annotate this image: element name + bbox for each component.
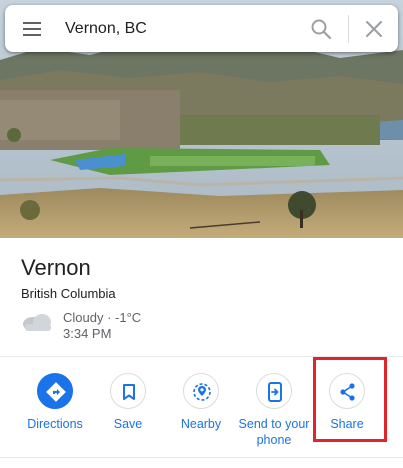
directions-label: Directions (27, 417, 83, 431)
send-to-phone-button[interactable]: Send to your phone (236, 373, 312, 453)
search-divider (348, 15, 349, 43)
share-icon (340, 383, 355, 401)
share-label: Share (330, 417, 364, 431)
save-button[interactable]: Save (90, 373, 166, 453)
bottom-divider (0, 457, 403, 458)
share-button[interactable]: Share (309, 373, 385, 453)
place-region: British Columbia (21, 286, 116, 301)
nearby-label: Nearby (180, 417, 222, 431)
save-label: Save (113, 417, 143, 431)
search-icon[interactable] (309, 17, 333, 41)
place-title: Vernon (21, 255, 91, 280)
send-to-phone-icon (268, 382, 282, 402)
search-input[interactable] (65, 16, 285, 42)
weather-summary: Cloudy · -1°C (63, 310, 142, 325)
nearby-icon (193, 383, 211, 401)
search-bar (5, 5, 398, 52)
hamburger-menu-icon[interactable] (19, 17, 45, 41)
cloud-icon (20, 311, 54, 333)
close-icon[interactable] (362, 17, 386, 41)
bookmark-icon (123, 384, 135, 400)
directions-button[interactable]: Directions (17, 373, 93, 453)
nearby-button[interactable]: Nearby (163, 373, 239, 453)
send-to-phone-label: Send to your phone (238, 417, 310, 447)
directions-icon (46, 382, 66, 402)
local-time: 3:34 PM (63, 326, 112, 341)
section-divider (0, 356, 403, 357)
